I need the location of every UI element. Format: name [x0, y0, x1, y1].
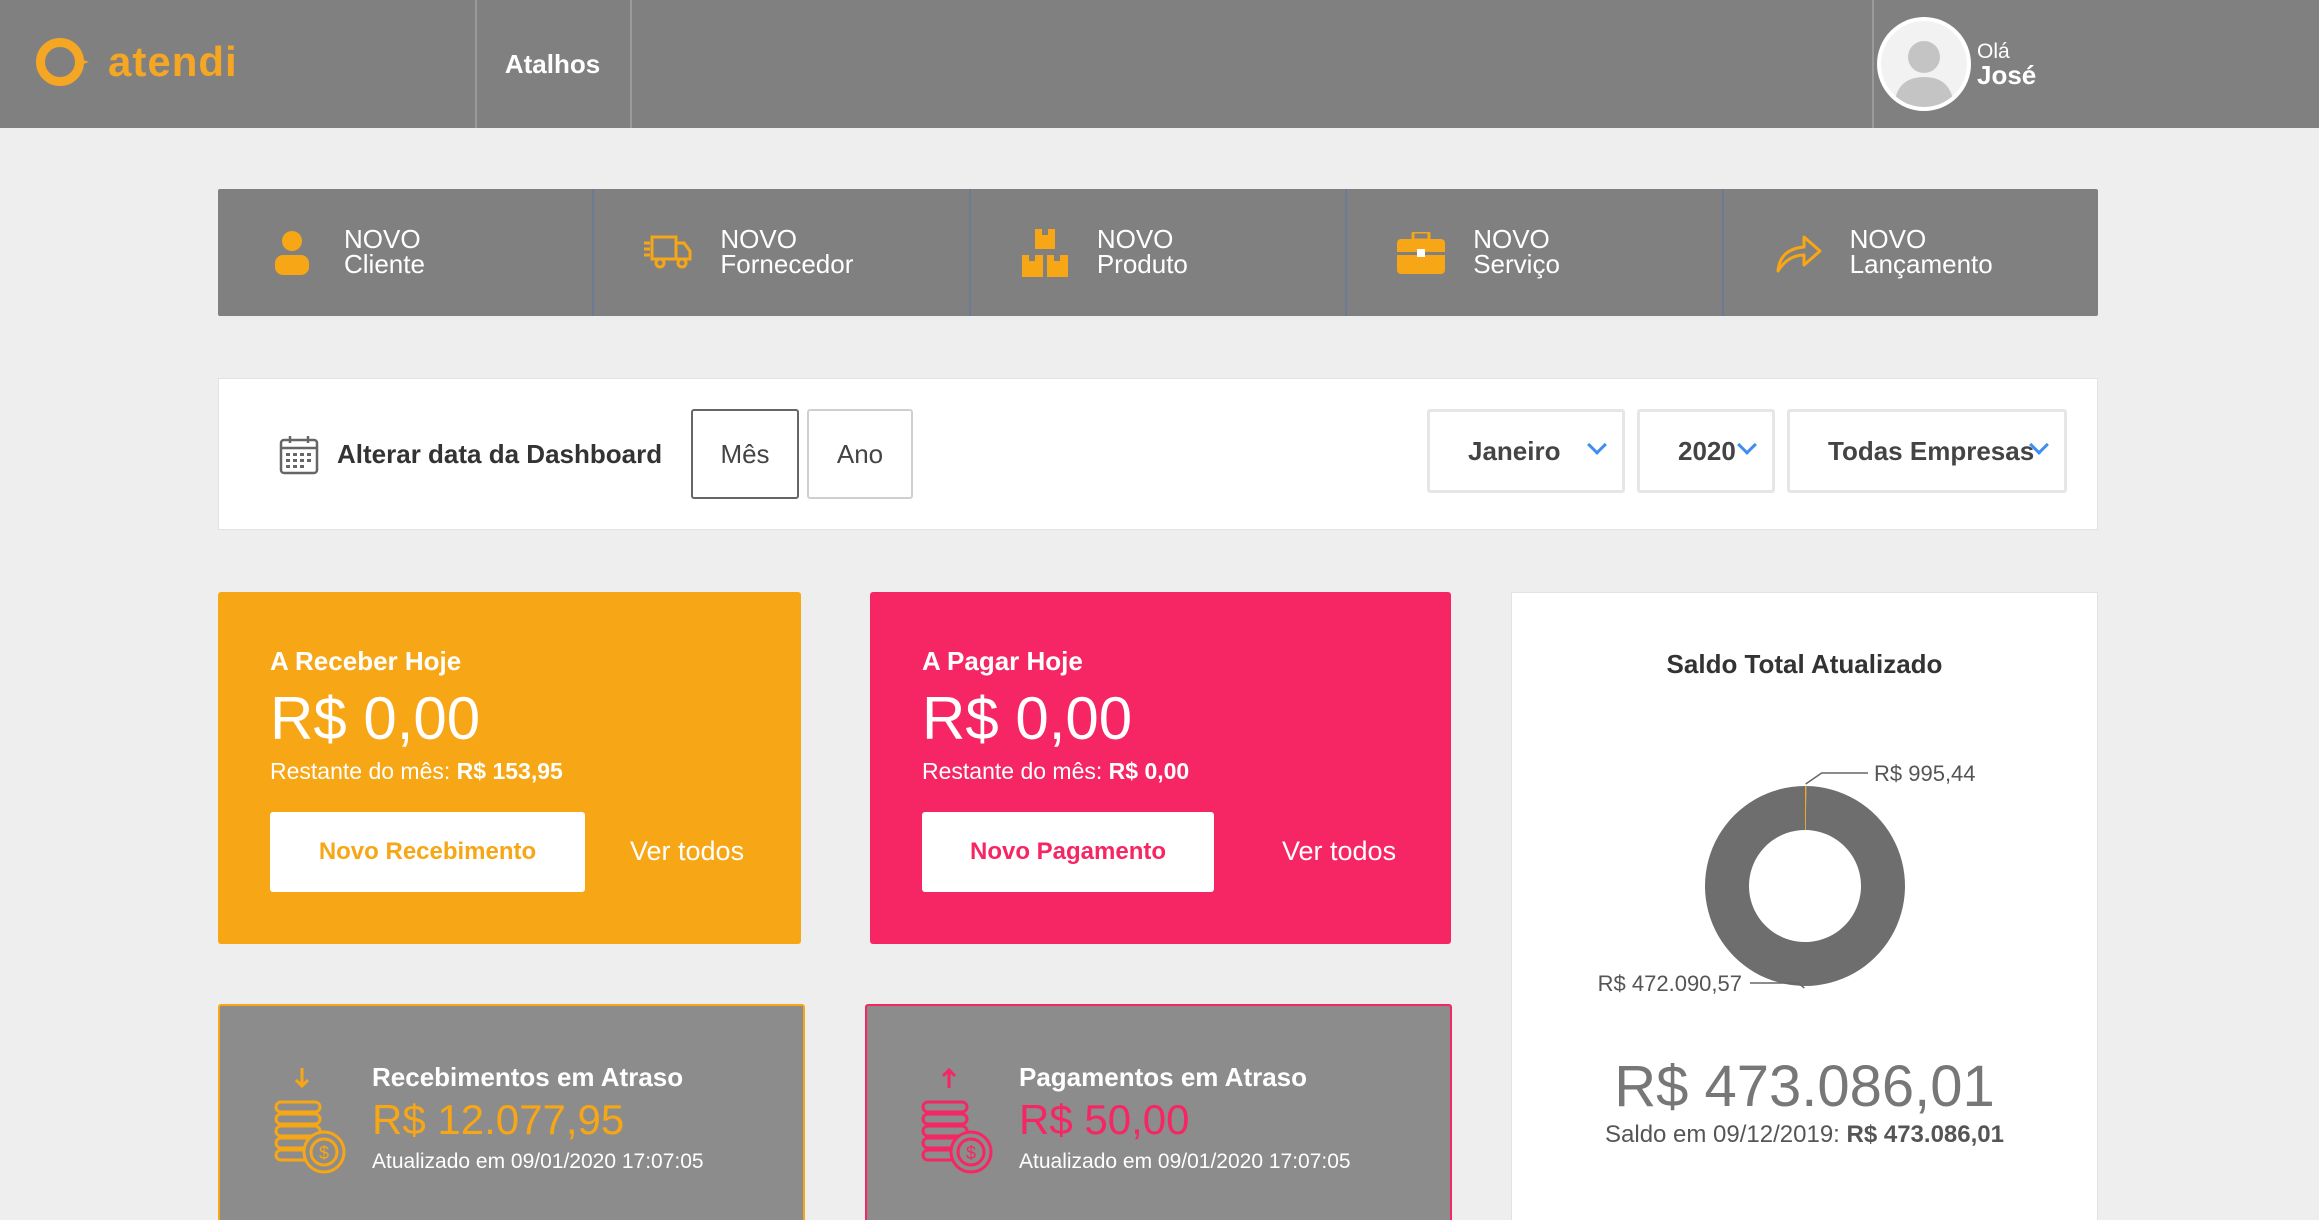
- receber-hoje-card: A Receber Hoje R$ 0,00 Restante do mês: …: [218, 592, 801, 944]
- share-arrow-icon: [1772, 229, 1824, 277]
- shortcut-novo-fornecedor[interactable]: NOVO Fornecedor: [594, 189, 971, 316]
- user-menu[interactable]: Olá José: [1873, 0, 2036, 128]
- greeting-text: Olá: [1977, 39, 2010, 63]
- filter-label: Alterar data da Dashboard: [337, 439, 663, 469]
- novo-recebimento-button[interactable]: Novo Recebimento: [270, 812, 585, 892]
- saldo-total-card: Saldo Total Atualizado R$ 995,44 R$ 472.0…: [1511, 592, 2098, 1220]
- saldo-date: Saldo em 09/12/2019: R$ 473.086,01: [1605, 1121, 2004, 1148]
- company-select[interactable]: Todas Empresas: [1787, 409, 2067, 493]
- saldo-donut-chart: R$ 995,44 R$ 472.090,57: [1598, 761, 1976, 996]
- pagamentos-atraso-card[interactable]: $ Pagamentos em Atraso R$ 50,00 Atualiza…: [865, 1004, 1452, 1220]
- shortcut-label: NOVO Cliente: [344, 224, 425, 279]
- calendar-icon: [279, 435, 319, 475]
- year-select[interactable]: 2020: [1637, 409, 1775, 493]
- receber-title: A Receber Hoje: [270, 646, 462, 676]
- truck-icon: [642, 229, 694, 277]
- pagar-restante: Restante do mês: R$ 0,00: [922, 758, 1190, 784]
- boxes-icon: [1019, 229, 1071, 277]
- svg-text:$: $: [319, 1143, 329, 1163]
- pagar-title: A Pagar Hoje: [922, 646, 1083, 676]
- recebimentos-atraso-card[interactable]: $ Recebimentos em Atraso R$ 12.077,95 At…: [218, 1004, 805, 1220]
- top-bar: atendi Atalhos Olá José: [0, 0, 2319, 128]
- pagamentos-atraso-amount: R$ 50,00: [1019, 1096, 1190, 1143]
- donut-leader-line: [1805, 772, 1868, 785]
- user-name: José: [1977, 59, 2037, 90]
- shortcut-novo-produto[interactable]: NOVO Produto: [971, 189, 1348, 316]
- saldo-total-value: R$ 473.086,01: [1614, 1054, 1995, 1119]
- user-placeholder-icon: [1894, 41, 1954, 107]
- shortcut-label: NOVO Fornecedor: [720, 224, 854, 279]
- receber-restante: Restante do mês: R$ 153,95: [270, 758, 563, 784]
- company-select-value: Todas Empresas: [1828, 435, 2035, 466]
- shortcut-label: NOVO Serviço: [1473, 224, 1560, 279]
- nav-atalhos[interactable]: Atalhos: [475, 0, 630, 128]
- shortcut-novo-cliente[interactable]: NOVO Cliente: [218, 189, 595, 316]
- user-greeting: Olá José: [1977, 41, 2036, 88]
- recebimentos-atraso-updated: Atualizado em 09/01/2020 17:07:05: [372, 1150, 704, 1173]
- svg-text:$: $: [966, 1143, 976, 1163]
- coins-up-icon: $: [919, 1067, 995, 1178]
- month-select[interactable]: Janeiro: [1427, 409, 1625, 493]
- logo-icon: [36, 38, 89, 86]
- pagar-amount: R$ 0,00: [922, 685, 1133, 752]
- pagamentos-atraso-updated: Atualizado em 09/01/2020 17:07:05: [1019, 1150, 1351, 1173]
- donut-label: R$ 995,44: [1874, 761, 1976, 786]
- chevron-down-icon: [1737, 435, 1757, 455]
- shortcut-label: NOVO Produto: [1096, 224, 1188, 279]
- shortcut-novo-servico[interactable]: NOVO Serviço: [1347, 189, 1724, 316]
- shortcut-label: NOVO Lançamento: [1849, 224, 1993, 279]
- pagar-hoje-card: A Pagar Hoje R$ 0,00 Restante do mês: R$…: [870, 592, 1451, 944]
- logo[interactable]: atendi: [36, 38, 238, 86]
- logo-text: atendi: [108, 38, 238, 85]
- chevron-down-icon: [1587, 435, 1607, 455]
- ano-button[interactable]: Ano: [807, 409, 913, 499]
- mes-button[interactable]: Mês: [691, 409, 799, 499]
- shortcuts-bar: NOVO Cliente NOVO Fornecedor NOVO Produto N…: [218, 189, 2098, 316]
- recebimentos-atraso-title: Recebimentos em Atraso: [372, 1062, 684, 1092]
- year-select-value: 2020: [1678, 435, 1736, 466]
- donut-slice: [1704, 786, 1905, 986]
- pagamentos-atraso-title: Pagamentos em Atraso: [1019, 1062, 1308, 1092]
- user-icon: [266, 229, 318, 277]
- briefcase-icon: [1395, 229, 1447, 277]
- receber-amount: R$ 0,00: [270, 685, 481, 752]
- recebimentos-atraso-amount: R$ 12.077,95: [372, 1096, 625, 1143]
- dashboard-date-filter: Alterar data da Dashboard Mês Ano Janeir…: [218, 378, 2098, 530]
- donut-label: R$ 472.090,57: [1598, 971, 1742, 996]
- shortcut-novo-lancamento[interactable]: NOVO Lançamento: [1724, 189, 2098, 316]
- avatar[interactable]: [1877, 17, 1971, 111]
- ver-todos-receber-link[interactable]: Ver todos: [630, 836, 744, 867]
- nav-divider: [630, 0, 632, 128]
- coins-down-icon: $: [272, 1068, 348, 1178]
- ver-todos-pagar-link[interactable]: Ver todos: [1282, 836, 1396, 867]
- month-select-value: Janeiro: [1468, 435, 1561, 466]
- novo-pagamento-button[interactable]: Novo Pagamento: [922, 812, 1214, 892]
